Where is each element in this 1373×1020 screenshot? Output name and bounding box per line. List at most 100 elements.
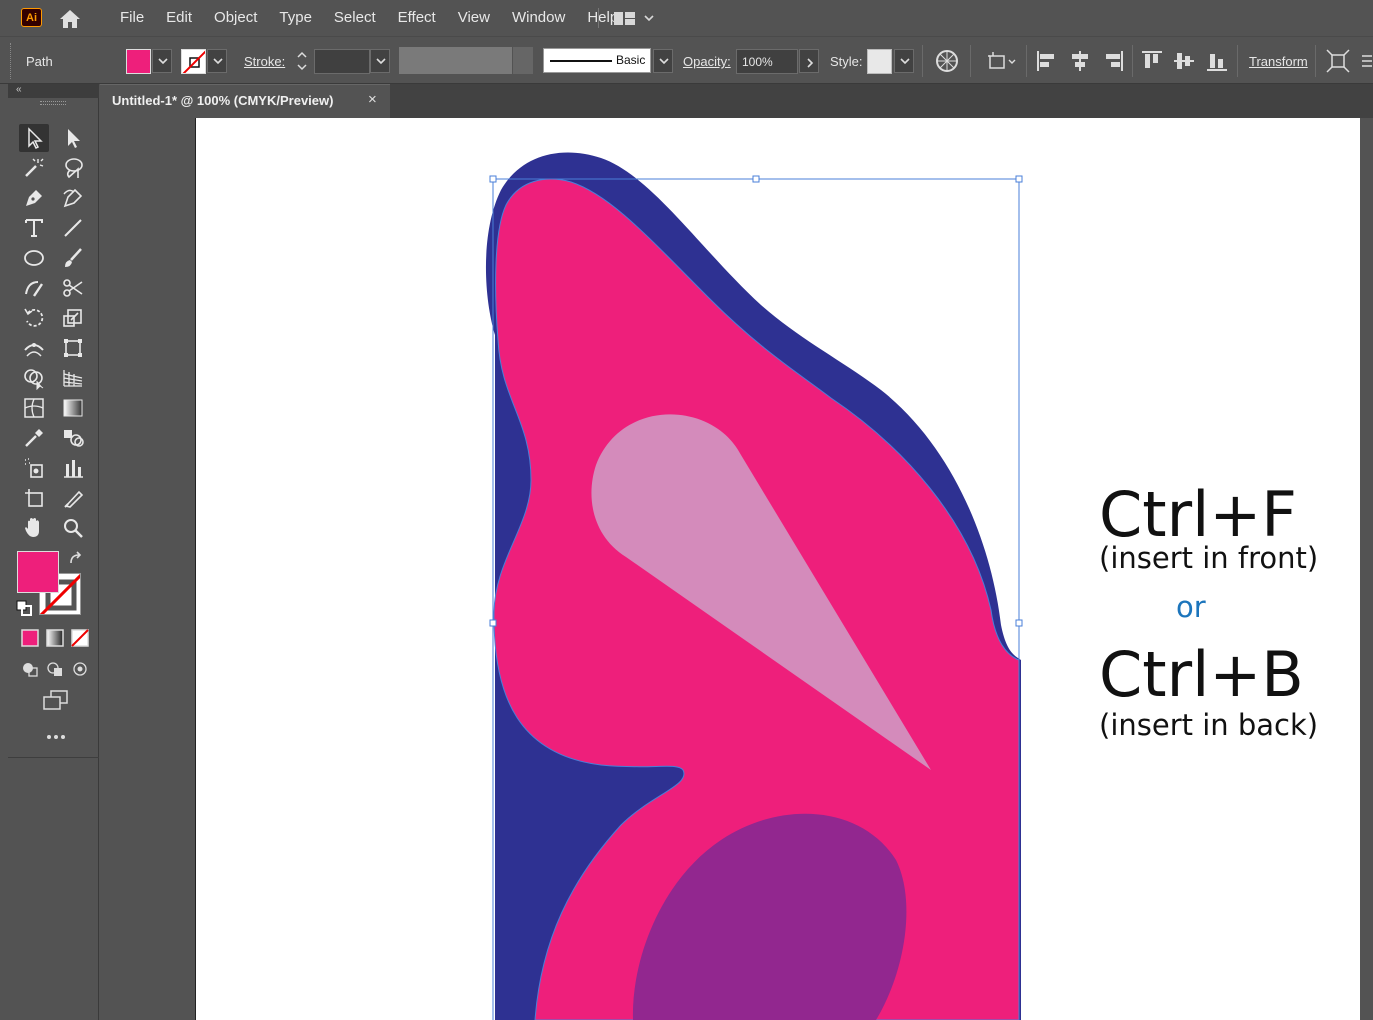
artboard-tool-icon[interactable] — [19, 484, 49, 512]
draw-behind-icon[interactable] — [41, 656, 65, 680]
direct-selection-tool-icon[interactable] — [58, 124, 88, 152]
stroke-weight-stepper[interactable] — [292, 48, 312, 74]
selection-tool-icon[interactable] — [19, 124, 49, 152]
stroke-label[interactable]: Stroke: — [244, 54, 285, 69]
slice-tool-icon[interactable] — [58, 484, 88, 512]
draw-normal-icon[interactable] — [16, 656, 40, 680]
panel-menu-icon[interactable] — [1360, 48, 1373, 74]
ctrl-b-shortcut: Ctrl+B — [1099, 638, 1304, 711]
menu-effect[interactable]: Effect — [387, 0, 447, 36]
paintbrush-tool-icon[interactable] — [58, 244, 88, 272]
line-segment-tool-icon[interactable] — [58, 214, 88, 242]
opacity-label[interactable]: Opacity: — [683, 54, 731, 69]
change-screen-mode-icon[interactable] — [38, 687, 70, 713]
default-fill-stroke-icon[interactable] — [16, 600, 32, 616]
workspace-switcher-button[interactable] — [612, 10, 658, 27]
tools-panel: « — [8, 84, 99, 1020]
ctrl-f-description: (insert in front) — [1099, 541, 1319, 575]
width-tool-icon[interactable] — [19, 334, 49, 362]
fill-color-box[interactable] — [17, 551, 59, 593]
transform-button[interactable]: Transform — [1249, 54, 1308, 69]
align-bottom-icon[interactable] — [1204, 48, 1230, 74]
column-graph-tool-icon[interactable] — [58, 454, 88, 482]
variable-width-profile[interactable] — [399, 47, 512, 74]
menu-edit[interactable]: Edit — [155, 0, 203, 36]
mesh-tool-icon[interactable] — [19, 394, 49, 422]
align-top-icon[interactable] — [1139, 48, 1165, 74]
opacity-arrow-button[interactable] — [799, 49, 819, 73]
variable-width-dropdown[interactable] — [513, 47, 533, 74]
shape-builder-tool-icon[interactable] — [19, 364, 49, 392]
stroke-dropdown[interactable] — [207, 49, 227, 73]
swap-fill-stroke-icon[interactable] — [68, 551, 84, 567]
selection-type-label: Path — [26, 54, 53, 69]
stroke-swatch[interactable] — [181, 49, 206, 74]
draw-inside-icon[interactable] — [66, 656, 90, 680]
align-right-icon[interactable] — [1100, 48, 1126, 74]
recolor-artwork-icon[interactable] — [934, 48, 960, 74]
ctrl-b-description: (insert in back) — [1099, 708, 1319, 742]
selection-handle[interactable] — [489, 619, 497, 627]
shaper-tool-icon[interactable] — [19, 274, 49, 302]
collapse-panel-icon[interactable]: « — [16, 84, 22, 95]
menu-type[interactable]: Type — [268, 0, 323, 36]
symbol-sprayer-tool-icon[interactable] — [19, 454, 49, 482]
hand-tool-icon[interactable] — [19, 514, 49, 542]
close-tab-icon[interactable]: × — [368, 91, 377, 108]
menu-bar: Ai File Edit Object Type Select Effect V… — [0, 0, 1373, 36]
stroke-weight-dropdown[interactable] — [370, 49, 390, 73]
control-bar: Path Stroke: Basic Opacity: 100% Style: — [0, 36, 1373, 84]
control-bar-grip[interactable] — [10, 43, 13, 79]
home-icon[interactable] — [58, 8, 82, 30]
menu-view[interactable]: View — [447, 0, 501, 36]
lasso-tool-icon[interactable] — [58, 154, 88, 182]
edit-toolbar-icon[interactable] — [38, 727, 70, 747]
brush-stroke-preview — [550, 60, 612, 62]
magic-wand-tool-icon[interactable] — [19, 154, 49, 182]
blend-tool-icon[interactable] — [58, 424, 88, 452]
align-left-icon[interactable] — [1034, 48, 1060, 74]
control-bar-divider — [970, 45, 971, 77]
menu-object[interactable]: Object — [203, 0, 268, 36]
perspective-grid-tool-icon[interactable] — [58, 364, 88, 392]
rotate-tool-icon[interactable] — [19, 304, 49, 332]
selection-handle[interactable] — [1015, 619, 1023, 627]
gradient-mode-icon[interactable] — [41, 625, 65, 649]
curvature-tool-icon[interactable] — [58, 184, 88, 212]
menu-window[interactable]: Window — [501, 0, 576, 36]
scale-tool-icon[interactable] — [58, 304, 88, 332]
menu-select[interactable]: Select — [323, 0, 387, 36]
isolate-selected-icon[interactable] — [1325, 48, 1351, 74]
menu-file[interactable]: File — [109, 0, 155, 36]
graphic-style-swatch[interactable] — [867, 49, 892, 74]
selection-handle[interactable] — [1015, 175, 1023, 183]
zoom-tool-icon[interactable] — [58, 514, 88, 542]
pen-tool-icon[interactable] — [19, 184, 49, 212]
align-horizontal-center-icon[interactable] — [1067, 48, 1093, 74]
brush-dropdown[interactable] — [653, 49, 673, 73]
illustrator-window: Ai File Edit Object Type Select Effect V… — [0, 0, 1373, 1020]
free-transform-tool-icon[interactable] — [58, 334, 88, 362]
fill-dropdown[interactable] — [152, 49, 172, 73]
fill-swatch[interactable] — [126, 49, 151, 74]
scissors-tool-icon[interactable] — [58, 274, 88, 302]
style-dropdown[interactable] — [894, 49, 914, 73]
none-mode-icon[interactable] — [66, 625, 90, 649]
align-to-selection-icon[interactable] — [985, 48, 1021, 74]
tools-panel-grip[interactable] — [40, 101, 66, 105]
stroke-weight-field[interactable] — [314, 49, 370, 74]
selection-handle[interactable] — [752, 175, 760, 183]
opacity-field[interactable]: 100% — [736, 49, 798, 74]
control-bar-divider — [1026, 45, 1027, 77]
gradient-tool-icon[interactable] — [58, 394, 88, 422]
ellipse-tool-icon[interactable] — [19, 244, 49, 272]
document-tab[interactable]: Untitled-1* @ 100% (CMYK/Preview) × — [100, 84, 390, 118]
brush-definition[interactable]: Basic — [543, 48, 651, 73]
control-bar-divider — [1132, 45, 1133, 77]
type-tool-icon[interactable] — [19, 214, 49, 242]
color-mode-icon[interactable] — [16, 625, 40, 649]
artboard[interactable]: Ctrl+F (insert in front) or Ctrl+B (inse… — [195, 118, 1360, 1020]
selection-handle[interactable] — [489, 175, 497, 183]
align-vertical-center-icon[interactable] — [1171, 48, 1197, 74]
eyedropper-tool-icon[interactable] — [19, 424, 49, 452]
